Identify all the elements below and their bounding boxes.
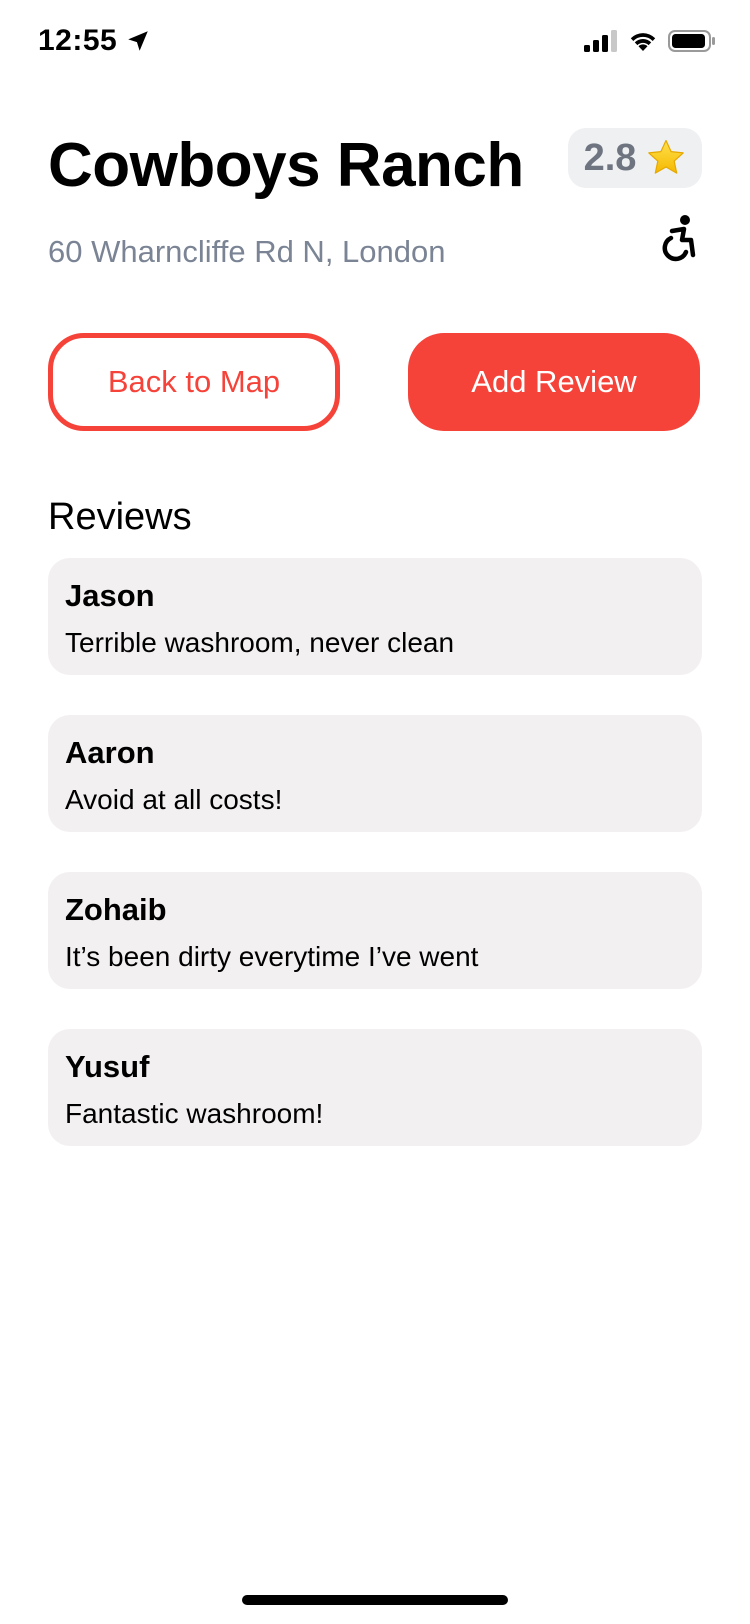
reviews-heading: Reviews xyxy=(48,496,192,538)
review-author: Yusuf xyxy=(65,1049,150,1084)
home-indicator[interactable] xyxy=(242,1595,508,1605)
wheelchair-accessible-icon xyxy=(662,215,696,262)
status-time-group: 12:55 xyxy=(38,24,151,58)
review-card: Jason Terrible washroom, never clean xyxy=(48,558,702,675)
rating-badge: 2.8 xyxy=(568,128,702,188)
restaurant-detail-screen: 12:55 Cowboys Ranch 2.8 60 Wharncliffe R… xyxy=(0,0,750,1624)
review-card: Zohaib It’s been dirty everytime I’ve we… xyxy=(48,872,702,989)
star-icon xyxy=(648,139,685,174)
review-author: Zohaib xyxy=(65,892,167,927)
review-text: Avoid at all costs! xyxy=(65,784,283,815)
place-address: 60 Wharncliffe Rd N, London xyxy=(48,234,446,269)
review-text: Fantastic washroom! xyxy=(65,1098,324,1129)
review-author: Jason xyxy=(65,578,155,613)
review-text: Terrible washroom, never clean xyxy=(65,627,455,658)
status-bar: 12:55 xyxy=(0,0,750,90)
review-text: It’s been dirty everytime I’ve went xyxy=(65,941,479,972)
rating-value: 2.8 xyxy=(583,136,637,179)
review-card: Yusuf Fantastic washroom! xyxy=(48,1029,702,1146)
review-author: Aaron xyxy=(65,735,155,770)
place-title: Cowboys Ranch xyxy=(48,131,524,200)
back-to-map-button[interactable]: Back to Map xyxy=(48,333,340,431)
add-review-button[interactable]: Add Review xyxy=(408,333,700,431)
location-arrow-icon xyxy=(128,31,148,51)
status-indicators xyxy=(584,30,716,52)
status-time: 12:55 xyxy=(38,24,118,57)
review-card: Aaron Avoid at all costs! xyxy=(48,715,702,832)
wifi-icon xyxy=(630,33,656,51)
cellular-signal-icon xyxy=(584,30,617,52)
battery-icon xyxy=(668,30,715,52)
